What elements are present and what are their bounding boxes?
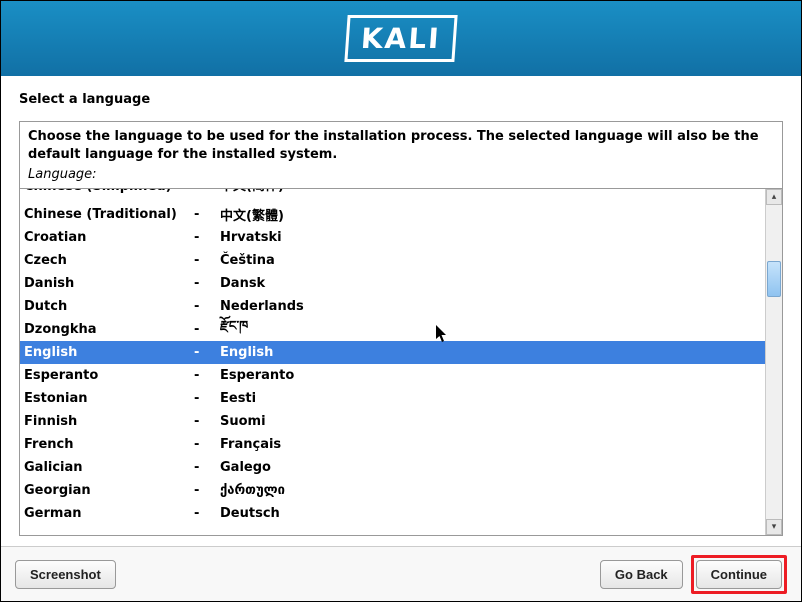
- language-native: ქართული: [220, 483, 765, 498]
- language-name: Esperanto: [24, 368, 194, 383]
- language-name: Galician: [24, 460, 194, 475]
- language-name: Estonian: [24, 391, 194, 406]
- language-list-wrapper: Chinese (Simplified)-中文(简体)Chinese (Trad…: [19, 188, 783, 536]
- kali-logo: KALI: [345, 15, 458, 62]
- language-native: Hrvatski: [220, 230, 765, 245]
- language-separator: -: [194, 506, 220, 521]
- language-row[interactable]: Chinese (Traditional)-中文(繁體): [20, 203, 765, 226]
- language-separator: -: [194, 276, 220, 291]
- continue-button[interactable]: Continue: [696, 560, 782, 589]
- language-native: Suomi: [220, 414, 765, 429]
- language-name: English: [24, 345, 194, 360]
- language-name: French: [24, 437, 194, 452]
- language-row[interactable]: Dzongkha-རྫོང་ཁ: [20, 318, 765, 341]
- language-row[interactable]: French-Français: [20, 433, 765, 456]
- language-native: English: [220, 345, 765, 360]
- language-native: Galego: [220, 460, 765, 475]
- language-row[interactable]: German-Deutsch: [20, 502, 765, 525]
- language-row[interactable]: Danish-Dansk: [20, 272, 765, 295]
- language-native: Eesti: [220, 391, 765, 406]
- footer-bar: Screenshot Go Back Continue: [1, 546, 801, 601]
- scrollbar[interactable]: ▴ ▾: [765, 189, 782, 535]
- language-row[interactable]: English-English: [20, 341, 765, 364]
- language-name: Croatian: [24, 230, 194, 245]
- language-native: Français: [220, 437, 765, 452]
- language-row[interactable]: Georgian-ქართული: [20, 479, 765, 502]
- language-separator: -: [194, 414, 220, 429]
- language-separator: -: [194, 253, 220, 268]
- footer-right: Go Back Continue: [600, 555, 787, 594]
- language-separator: -: [194, 345, 220, 360]
- language-row[interactable]: Croatian-Hrvatski: [20, 226, 765, 249]
- screenshot-button[interactable]: Screenshot: [15, 560, 116, 589]
- language-native: 中文(繁體): [220, 205, 765, 224]
- language-label: Language:: [28, 167, 774, 182]
- language-native: Deutsch: [220, 506, 765, 521]
- language-separator: -: [194, 207, 220, 222]
- go-back-button[interactable]: Go Back: [600, 560, 683, 589]
- language-row[interactable]: Esperanto-Esperanto: [20, 364, 765, 387]
- instructions-box: Choose the language to be used for the i…: [19, 121, 783, 188]
- language-native: Dansk: [220, 276, 765, 291]
- language-native: རྫོང་ཁ: [220, 311, 765, 348]
- language-separator: -: [194, 483, 220, 498]
- language-name: Czech: [24, 253, 194, 268]
- language-separator: -: [194, 460, 220, 475]
- language-row[interactable]: Finnish-Suomi: [20, 410, 765, 433]
- language-list[interactable]: Chinese (Simplified)-中文(简体)Chinese (Trad…: [20, 189, 765, 535]
- language-name: Dutch: [24, 299, 194, 314]
- language-name: German: [24, 506, 194, 521]
- content-area: Select a language Choose the language to…: [1, 76, 801, 546]
- instructions-text: Choose the language to be used for the i…: [28, 128, 774, 163]
- language-row[interactable]: Czech-Čeština: [20, 249, 765, 272]
- language-row[interactable]: Galician-Galego: [20, 456, 765, 479]
- language-name: Danish: [24, 276, 194, 291]
- scroll-thumb[interactable]: [767, 261, 781, 297]
- continue-highlight: Continue: [691, 555, 787, 594]
- language-row[interactable]: Chinese (Simplified)-中文(简体): [20, 189, 765, 203]
- language-separator: -: [194, 189, 220, 194]
- language-name: Finnish: [24, 414, 194, 429]
- scroll-up-button[interactable]: ▴: [766, 189, 782, 205]
- language-row[interactable]: Estonian-Eesti: [20, 387, 765, 410]
- language-name: Georgian: [24, 483, 194, 498]
- scroll-down-button[interactable]: ▾: [766, 519, 782, 535]
- language-native: 中文(简体): [220, 189, 765, 194]
- language-separator: -: [194, 322, 220, 337]
- language-name: Dzongkha: [24, 322, 194, 337]
- language-native: Esperanto: [220, 368, 765, 383]
- language-separator: -: [194, 368, 220, 383]
- language-separator: -: [194, 391, 220, 406]
- language-name: Chinese (Traditional): [24, 207, 194, 222]
- installer-header: KALI: [1, 1, 801, 76]
- language-name: Chinese (Simplified): [24, 189, 194, 194]
- page-title: Select a language: [19, 92, 783, 107]
- language-native: Čeština: [220, 253, 765, 268]
- language-separator: -: [194, 230, 220, 245]
- language-separator: -: [194, 299, 220, 314]
- scroll-track[interactable]: [766, 205, 782, 519]
- language-separator: -: [194, 437, 220, 452]
